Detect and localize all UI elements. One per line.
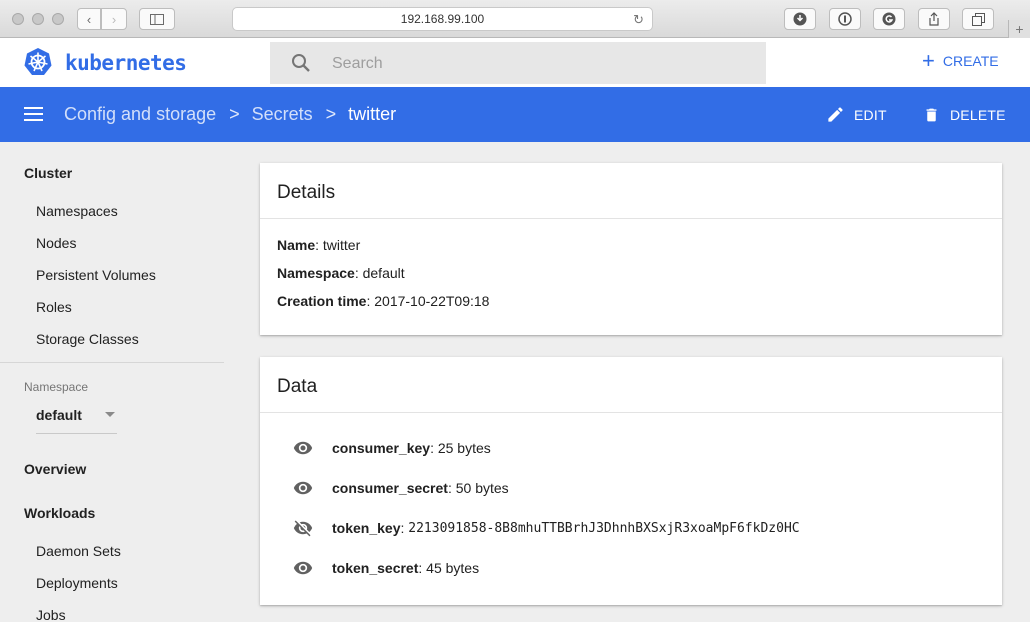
data-value: 45 bytes xyxy=(426,560,480,576)
chevron-right-icon: › xyxy=(111,11,117,27)
forward-button[interactable]: › xyxy=(101,8,127,30)
data-value: 25 bytes xyxy=(437,440,491,456)
onepassword-icon xyxy=(838,12,852,26)
reload-icon[interactable]: ↻ xyxy=(633,12,644,28)
data-row-consumer-secret: consumer_secret: 50 bytes xyxy=(291,478,509,498)
window-close-button[interactable] xyxy=(12,13,24,25)
eye-icon[interactable] xyxy=(291,478,315,498)
kubernetes-logo-icon[interactable] xyxy=(23,47,53,77)
app-header: kubernetes Search + CREATE xyxy=(0,38,1030,87)
data-key: token_secret xyxy=(332,560,419,576)
search-placeholder: Search xyxy=(332,55,383,72)
sidebar-toggle-button[interactable] xyxy=(139,8,175,30)
namespace-select[interactable]: default xyxy=(36,407,117,434)
password-manager-button[interactable] xyxy=(829,8,861,30)
chevron-left-icon: ‹ xyxy=(86,11,92,27)
data-key: consumer_key xyxy=(332,440,431,456)
sidebar-item-roles[interactable]: Roles xyxy=(36,299,72,315)
sidebar-item-daemon-sets[interactable]: Daemon Sets xyxy=(36,543,121,559)
detail-label: Creation time xyxy=(277,293,367,309)
data-key: consumer_secret xyxy=(332,480,448,496)
url-text: 192.168.99.100 xyxy=(400,12,485,26)
data-title: Data xyxy=(277,376,318,397)
sidebar-item-deployments[interactable]: Deployments xyxy=(36,575,118,591)
downloads-button[interactable] xyxy=(784,8,816,30)
share-icon xyxy=(929,12,939,26)
detail-label: Name xyxy=(277,237,316,253)
card-divider xyxy=(260,412,1002,413)
window-zoom-button[interactable] xyxy=(52,13,64,25)
search-icon xyxy=(292,54,310,72)
namespace-value: default xyxy=(36,407,82,423)
data-row-consumer-key: consumer_key: 25 bytes xyxy=(291,438,491,458)
page-toolbar: Config and storage > Secrets > twitter E… xyxy=(0,87,1030,142)
sidebar: Cluster Namespaces Nodes Persistent Volu… xyxy=(0,142,240,622)
edit-label: EDIT xyxy=(854,106,887,123)
chevron-right-icon: > xyxy=(229,104,240,124)
detail-row-creation-time: Creation time: 2017-10-22T09:18 xyxy=(277,293,490,309)
detail-row-namespace: Namespace: default xyxy=(277,265,405,281)
data-card: Data consumer_key: 25 bytes consumer_sec… xyxy=(260,357,1002,605)
detail-value: 2017-10-22T09:18 xyxy=(374,293,490,309)
detail-value: twitter xyxy=(322,237,361,253)
sidebar-item-storage-classes[interactable]: Storage Classes xyxy=(36,331,139,347)
card-divider xyxy=(260,218,1002,219)
menu-icon[interactable] xyxy=(24,107,43,121)
tabs-icon xyxy=(971,12,985,26)
breadcrumb-config-and-storage[interactable]: Config and storage xyxy=(64,104,216,125)
share-button[interactable] xyxy=(918,8,950,30)
sidebar-heading-cluster[interactable]: Cluster xyxy=(24,165,72,181)
create-button[interactable]: + CREATE xyxy=(922,48,999,73)
delete-button[interactable]: DELETE xyxy=(923,105,1006,125)
tabs-overview-button[interactable] xyxy=(962,8,994,30)
brand-name[interactable]: kubernetes xyxy=(65,51,187,75)
sidebar-divider xyxy=(0,362,224,363)
data-key: token_key xyxy=(332,520,401,536)
details-card: Details Name: twitter Namespace: default… xyxy=(260,163,1002,335)
breadcrumb-secrets[interactable]: Secrets xyxy=(252,104,313,125)
chevron-right-icon: > xyxy=(325,104,337,124)
eye-icon[interactable] xyxy=(291,558,315,578)
data-value: 50 bytes xyxy=(455,480,509,496)
back-button[interactable]: ‹ xyxy=(77,8,101,30)
sidebar-icon xyxy=(150,13,164,25)
create-label: CREATE xyxy=(942,53,999,69)
data-value: 2213091858-8B8mhuTTBBrhJ3DhnhBXSxjR3xoaM… xyxy=(408,520,800,536)
delete-label: DELETE xyxy=(950,107,1006,123)
detail-value: default xyxy=(362,265,405,281)
details-title: Details xyxy=(277,182,336,203)
window-minimize-button[interactable] xyxy=(32,13,44,25)
data-row-token-key: token_key: 2213091858-8B8mhuTTBBrhJ3Dhnh… xyxy=(291,518,800,538)
sidebar-item-jobs[interactable]: Jobs xyxy=(36,607,66,622)
namespace-label: Namespace xyxy=(24,380,89,394)
breadcrumb: Config and storage > Secrets > twitter xyxy=(64,104,396,125)
address-bar[interactable]: 192.168.99.100 ↻ xyxy=(232,7,653,31)
dropdown-arrow-icon xyxy=(105,412,115,417)
edit-button[interactable]: EDIT xyxy=(826,105,887,124)
trash-icon xyxy=(926,108,937,122)
grammarly-icon xyxy=(882,12,896,26)
sidebar-item-persistent-volumes[interactable]: Persistent Volumes xyxy=(36,267,156,283)
sidebar-item-nodes[interactable]: Nodes xyxy=(36,235,76,251)
plus-icon: + xyxy=(922,48,935,73)
new-tab-button[interactable]: + xyxy=(1008,20,1030,38)
eye-off-icon[interactable] xyxy=(291,518,315,538)
browser-chrome: ‹ › 192.168.99.100 ↻ + xyxy=(0,0,1030,38)
page-title: twitter xyxy=(348,104,397,124)
plus-icon: + xyxy=(1015,21,1024,37)
sidebar-item-overview[interactable]: Overview xyxy=(24,461,86,477)
eye-icon[interactable] xyxy=(291,438,315,458)
detail-row-name: Name: twitter xyxy=(277,237,361,253)
grammarly-button[interactable] xyxy=(873,8,905,30)
page-scrollbar[interactable] xyxy=(1021,142,1030,622)
sidebar-heading-workloads[interactable]: Workloads xyxy=(24,505,95,521)
sidebar-item-namespaces[interactable]: Namespaces xyxy=(36,203,118,219)
pencil-icon xyxy=(828,107,843,122)
download-icon xyxy=(793,12,807,26)
data-row-token-secret: token_secret: 45 bytes xyxy=(291,558,479,578)
search-input[interactable]: Search xyxy=(270,42,766,84)
detail-label: Namespace xyxy=(277,265,355,281)
